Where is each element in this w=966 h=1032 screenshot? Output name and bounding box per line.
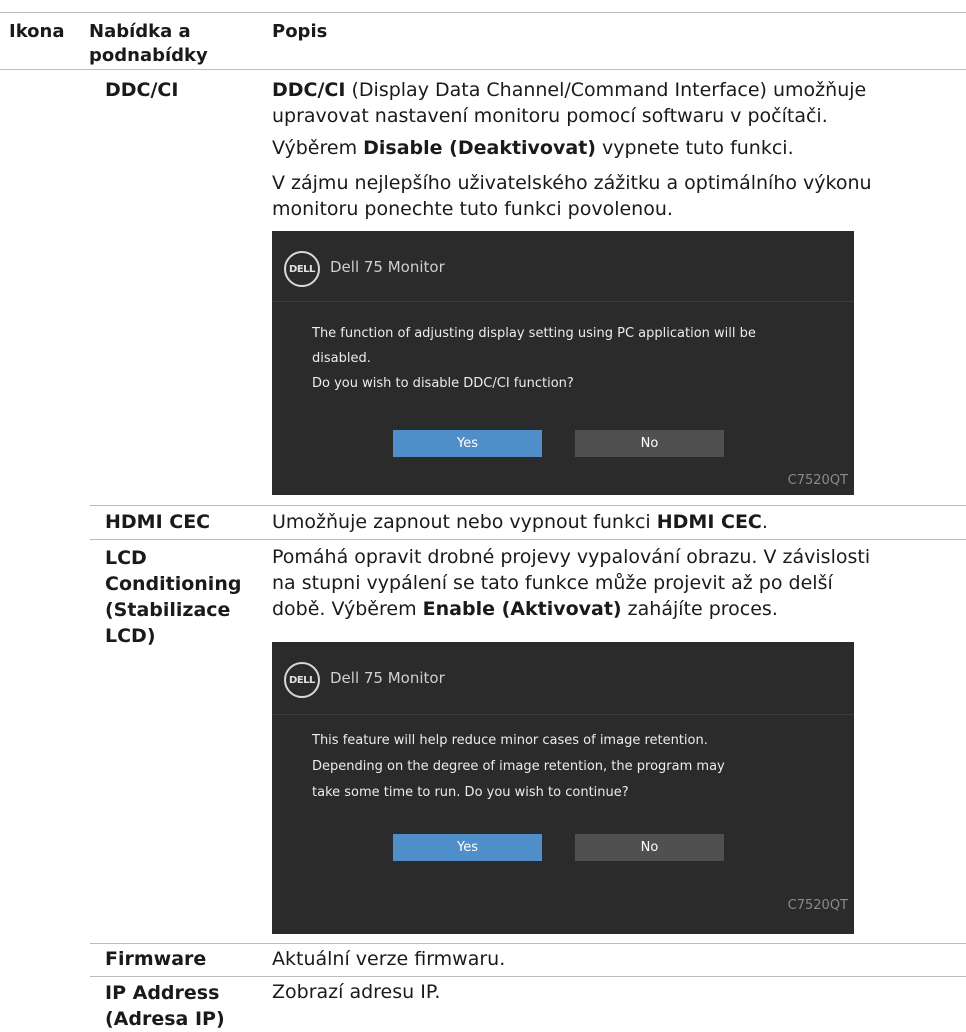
- osd-message-line-3: Do you wish to disable DDC/CI function?: [312, 376, 574, 391]
- lcd-line-3-bold: Enable (Aktivovat): [422, 598, 622, 620]
- row-rule-firmware-ip: [90, 976, 966, 977]
- hdmi-post: .: [761, 511, 768, 533]
- ddc-disable-pre: Výběrem: [272, 137, 364, 159]
- header-icon-column: Ikona: [9, 21, 65, 42]
- osd-no-button[interactable]: No: [575, 834, 724, 861]
- osd-title-divider: [272, 714, 854, 715]
- hdmi-cec-label: HDMI CEC: [105, 511, 211, 533]
- lcd-line-1: Pomáhá opravit drobné projevy vypalování…: [272, 546, 871, 568]
- osd-title: Dell 75 Monitor: [330, 669, 445, 687]
- osd-yes-button[interactable]: Yes: [393, 834, 542, 861]
- ddc-disable-bold: Disable (Deaktivovat): [363, 137, 596, 159]
- ddc-line-1-rest: (Display Data Channel/Command Interface)…: [345, 79, 867, 101]
- row-rule-lcd-firmware: [90, 943, 966, 944]
- ddc-disable-post: vypnete tuto funkci.: [595, 137, 794, 159]
- osd-model-number: C7520QT: [787, 898, 848, 913]
- ddc-bold-term: DDC/CI: [272, 79, 346, 101]
- dell-logo-icon: DELL: [284, 662, 320, 698]
- lcd-label-line-4: LCD): [105, 625, 156, 647]
- hdmi-cec-description: Umožňuje zapnout nebo vypnout funkci HDM…: [272, 509, 768, 535]
- ddc-recommendation-line-2: monitoru ponechte tuto funkci povolenou.: [272, 198, 673, 220]
- lcd-osd-dialog: DELL Dell 75 Monitor This feature will h…: [272, 642, 854, 934]
- osd-model-number: C7520QT: [787, 473, 848, 488]
- lcd-line-2: na stupni vypálení se tato funkce může p…: [272, 572, 833, 594]
- osd-message: The function of adjusting display settin…: [312, 321, 756, 396]
- osd-message-line-1: This feature will help reduce minor case…: [312, 733, 708, 748]
- ip-label-line-2: (Adresa IP): [105, 1008, 225, 1030]
- header-menu-line-1: Nabídka a: [89, 21, 191, 42]
- osd-message-line-2: Depending on the degree of image retenti…: [312, 759, 725, 774]
- hdmi-pre: Umožňuje zapnout nebo vypnout funkci: [272, 511, 657, 533]
- firmware-description: Aktuální verze firmwaru.: [272, 948, 506, 970]
- ddc-osd-dialog: DELL Dell 75 Monitor The function of adj…: [272, 231, 854, 495]
- header-description-column: Popis: [272, 21, 328, 42]
- osd-message-line-3: take some time to run. Do you wish to co…: [312, 785, 629, 800]
- osd-title: Dell 75 Monitor: [330, 258, 445, 276]
- lcd-line-3-pre: době. Výběrem: [272, 598, 423, 620]
- lcd-line-3-post: zahájíte proces.: [621, 598, 778, 620]
- lcd-conditioning-description: Pomáhá opravit drobné projevy vypalování…: [272, 544, 870, 622]
- header-bottom-rule: [0, 69, 966, 70]
- ddc-line-2: upravovat nastavení monitoru pomocí soft…: [272, 105, 828, 127]
- table-top-rule: [0, 12, 966, 13]
- osd-message: This feature will help reduce minor case…: [312, 728, 725, 806]
- lcd-line-3: době. Výběrem Enable (Aktivovat) zahájít…: [272, 596, 870, 622]
- lcd-label-line-2: Conditioning: [105, 573, 242, 595]
- osd-message-line-1: The function of adjusting display settin…: [312, 326, 756, 341]
- ddc-disable-note: Výběrem Disable (Deaktivovat) vypnete tu…: [272, 135, 794, 161]
- header-menu-column: Nabídka a podnabídky: [89, 20, 208, 68]
- ddc-ci-label: DDC/CI: [105, 79, 179, 101]
- ddc-recommendation: V zájmu nejlepšího uživatelského zážitku…: [272, 170, 872, 222]
- row-rule-hdmi-lcd: [90, 539, 966, 540]
- lcd-label-line-1: LCD: [105, 547, 147, 569]
- lcd-conditioning-label: LCD Conditioning (Stabilizace LCD): [105, 545, 241, 649]
- hdmi-bold: HDMI CEC: [656, 511, 762, 533]
- ddc-ci-description: DDC/CI (Display Data Channel/Command Int…: [272, 77, 866, 129]
- ip-address-description: Zobrazí adresu IP.: [272, 981, 441, 1003]
- ip-address-label: IP Address (Adresa IP): [105, 980, 225, 1032]
- ddc-recommendation-line-1: V zájmu nejlepšího uživatelského zážitku…: [272, 172, 872, 194]
- header-menu-line-2: podnabídky: [89, 45, 208, 66]
- row-rule-ddc-hdmi: [90, 505, 966, 506]
- ddc-line-1: DDC/CI (Display Data Channel/Command Int…: [272, 77, 866, 103]
- firmware-label: Firmware: [105, 948, 207, 970]
- ip-label-line-1: IP Address: [105, 982, 220, 1004]
- lcd-label-line-3: (Stabilizace: [105, 599, 231, 621]
- osd-yes-button[interactable]: Yes: [393, 430, 542, 457]
- osd-no-button[interactable]: No: [575, 430, 724, 457]
- osd-title-divider: [272, 301, 854, 302]
- dell-logo-icon: DELL: [284, 251, 320, 287]
- document-page: Ikona Nabídka a podnabídky Popis DDC/CI …: [0, 0, 966, 1030]
- osd-message-line-2: disabled.: [312, 351, 371, 366]
